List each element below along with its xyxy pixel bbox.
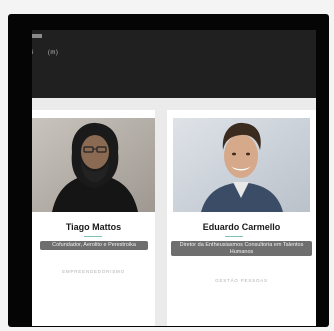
speaker-category: EMPREENDEDORISMO [62,269,125,274]
speaker-category: GESTÃO PESSOAS [215,278,268,283]
nav-item[interactable]: i [32,50,34,56]
logo[interactable] [32,34,42,38]
site-header: i (m) [32,30,316,98]
speaker-photo [173,118,310,212]
name-divider [84,236,102,237]
speaker-photo-image [32,118,155,212]
nav-item[interactable]: (m) [48,50,59,56]
speaker-photo [32,118,155,212]
main-nav: i (m) [32,50,58,56]
speaker-card-eduardo-carmello[interactable]: Eduardo Carmello Diretor da Entheusiasmo… [167,110,316,326]
speaker-photo-image [173,118,310,212]
speaker-role-badge: Cofundador, Aerolito e Perestroika [40,241,148,250]
speaker-card-tiago-mattos[interactable]: Tiago Mattos Cofundador, Aerolito e Pere… [32,110,155,326]
speaker-name[interactable]: Eduardo Carmello [167,222,316,232]
speaker-name[interactable]: Tiago Mattos [32,222,155,232]
browser-screen: i (m) Tiago Mattos Cofundador, Aerolito … [32,30,316,326]
speakers-section: Tiago Mattos Cofundador, Aerolito e Pere… [32,98,316,326]
name-divider [225,236,243,237]
speaker-role-badge: Diretor da Entheusiasmos Consultoria em … [171,241,312,256]
